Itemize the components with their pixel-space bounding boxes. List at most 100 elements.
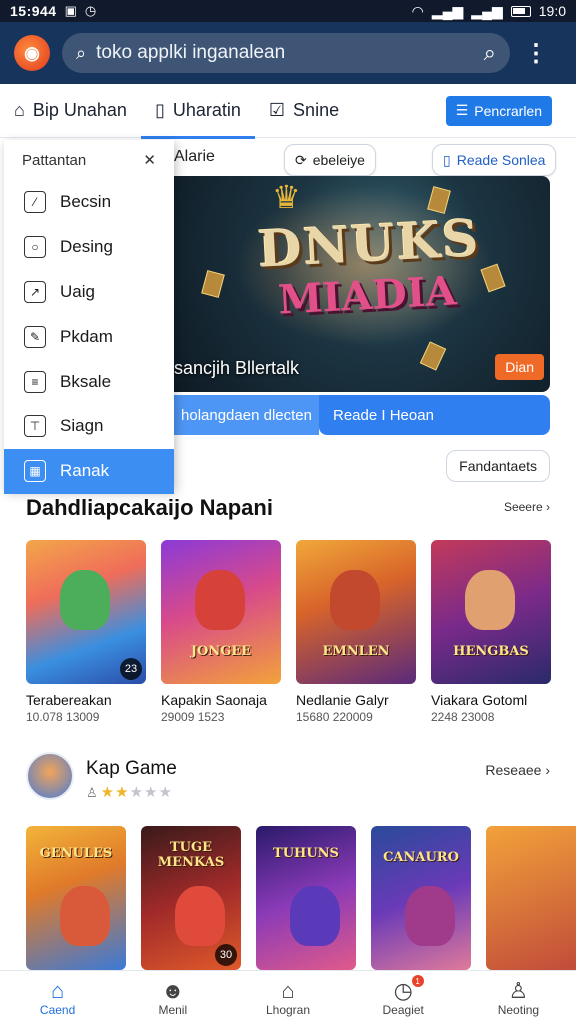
tab-bip-unahan[interactable]: ⌂ Bip Unahan [0, 84, 141, 138]
game-thumbnail: 23 [26, 540, 146, 684]
search-input[interactable]: toko applki inganalean [96, 42, 484, 64]
close-icon[interactable]: ✕ [143, 151, 156, 169]
dropdown-item-label: Ranak [60, 461, 110, 481]
bottom-nav: ⌂ Caend ☻ Menil ⌂ Lhogran ◷ 1 Deagiet ♙ … [0, 970, 576, 1024]
dropdown-item-uaig[interactable]: ↗ Uaig [4, 270, 174, 315]
character-art [290, 886, 340, 946]
tab-snine[interactable]: ☑ Snine [255, 84, 353, 138]
dropdown-item-bksale[interactable]: ≡ Bksale [4, 359, 174, 404]
app-logo[interactable]: ◉ [14, 35, 50, 71]
ebeleiye-chip[interactable]: ⟳ ebeleiye [284, 144, 376, 176]
featured-banner[interactable]: ♛ DNUKS MIADIA sancjih Bllertalk Dian [174, 176, 550, 392]
game-row: 23 Terabereakan 10.078 13009 JONGEE Kapa… [26, 540, 551, 724]
rating-badge: 30 [215, 944, 237, 966]
pencil-icon: ✎ [24, 325, 46, 348]
character-art [60, 570, 110, 630]
nav-lhogran[interactable]: ⌂ Lhogran [230, 971, 345, 1024]
section-title: Dahdliapcakaijo Napani [26, 495, 273, 520]
game-thumbnail[interactable]: TUHUNS [256, 826, 356, 970]
status-time: 15:944 [10, 3, 57, 19]
more-label: Reseaee [485, 762, 542, 778]
search-icon: ⌕ [76, 42, 87, 63]
star-empty-icon: ★★★ [129, 784, 173, 801]
cta-label: Pencrarlen [474, 102, 542, 119]
link-icon: ↗ [24, 280, 46, 303]
see-more-link[interactable]: Seeere › [504, 500, 550, 514]
game-meta: 15680 220009 [296, 710, 373, 724]
home-icon: ⌂ [50, 977, 65, 1003]
game-art-title: HENGBAS [453, 644, 529, 659]
status-right-time: 19:0 [538, 3, 566, 19]
app-header: ◉ ⌕ toko applki inganalean ⌕ ⋮ [0, 22, 576, 84]
wifi-icon: ◠ [411, 2, 424, 19]
signal-icon-2: ▂▄▆ [471, 2, 503, 19]
character-art [175, 886, 225, 946]
game-card[interactable]: 23 Terabereakan 10.078 13009 [26, 540, 146, 724]
game-art-title: GENULES [39, 846, 113, 861]
dropdown-item-siagn[interactable]: ⊤ Siagn [4, 404, 174, 449]
game-thumbnail[interactable]: CANAURO [371, 826, 471, 970]
dropdown-item-pkdam[interactable]: ✎ Pkdam [4, 314, 174, 359]
banner-button[interactable]: Dian [495, 354, 544, 380]
dropdown-item-label: Pkdam [60, 326, 113, 346]
more-menu-icon[interactable]: ⋮ [524, 39, 548, 68]
nav-deagiet[interactable]: ◷ 1 Deagiet [346, 971, 461, 1024]
rating-badge: 23 [120, 658, 142, 680]
dropdown-item-desing[interactable]: ○ Desing [4, 225, 174, 270]
lock-icon: ▯ [443, 151, 451, 168]
fandantaets-filter[interactable]: Fandantaets [446, 450, 550, 482]
developer-name[interactable]: Kap Game [86, 758, 177, 780]
reade-heoan-button[interactable]: Reade I Heoan [319, 395, 550, 435]
character-art [330, 570, 380, 630]
developer-avatar[interactable] [26, 752, 74, 800]
battery-icon [510, 5, 531, 17]
nav-label: Deagiet [382, 1002, 424, 1017]
banner-logo-line2: MIADIA [276, 267, 458, 324]
game-meta: 10.078 13009 [26, 710, 100, 724]
character-art [465, 570, 515, 630]
nav-neoting[interactable]: ♙ Neoting [461, 971, 576, 1024]
nav-label: Lhogran [265, 1002, 311, 1017]
clock-icon: ◷ [393, 977, 413, 1003]
dropdown-item-label: Siagn [60, 416, 104, 436]
category-dropdown: Pattantan ✕ ⁄ Becsin ○ Desing ↗ Uaig ✎ P… [4, 140, 174, 494]
person-icon: ☻ [161, 977, 185, 1003]
holangdaen-button[interactable]: holangdaen dlecten [174, 395, 319, 435]
tag-icon: ⊤ [24, 415, 46, 438]
game-card[interactable]: JONGEE Kapakin Saonaja 29009 1523 [161, 540, 281, 724]
clock-icon: ◷ [84, 3, 97, 18]
dropdown-item-becsin[interactable]: ⁄ Becsin [4, 180, 174, 225]
dropdown-item-label: Bksale [60, 371, 112, 391]
refresh-icon: ⟳ [295, 151, 307, 168]
search-submit-icon[interactable]: ⌕ [484, 40, 496, 66]
tab-uharatin[interactable]: ▯ Uharatin [140, 84, 255, 139]
doc-icon: ≡ [24, 370, 46, 393]
game-art-title: JONGEE [190, 644, 252, 659]
game-card[interactable]: EMNLEN Nedlanie Galyr 15680 220009 [296, 540, 416, 724]
nav-menil[interactable]: ☻ Menil [115, 971, 230, 1024]
pencrarlen-button[interactable]: ☰ Pencrarlen [445, 95, 552, 126]
signal-icon: ▂▄▆ [431, 2, 464, 19]
tab-bar: ⌂ Bip Unahan ▯ Uharatin ☑ Snine ☰ Pencra… [0, 84, 576, 139]
developer-game-row: GENULES TUGE MENKAS 30 TUHUNS CANAURO [26, 826, 576, 970]
game-thumbnail[interactable]: GENULES [26, 826, 126, 970]
game-thumbnail: JONGEE [161, 540, 281, 684]
nav-caend[interactable]: ⌂ Caend [0, 971, 115, 1024]
dropdown-header: Pattantan ✕ [4, 140, 174, 180]
edit-icon: ⁄ [24, 191, 46, 214]
reade-sonlea-chip[interactable]: ▯ Reade Sonlea [432, 144, 557, 176]
dropdown-item-ranak[interactable]: ▦ Ranak [4, 448, 174, 494]
dropdown-item-label: Uaig [60, 281, 95, 301]
game-card[interactable]: HENGBAS Viakara Gotoml 2248 23008 [431, 540, 551, 724]
game-name: Viakara Gotoml [431, 692, 528, 708]
game-meta: 29009 1523 [161, 710, 225, 724]
developer-more-link[interactable]: Reseaee › [485, 762, 550, 778]
list-icon: ☰ [455, 102, 469, 118]
user-icon: ♙ [508, 977, 529, 1003]
game-thumbnail[interactable] [486, 826, 576, 970]
game-thumbnail[interactable]: TUGE MENKAS 30 [141, 826, 241, 970]
search-bar[interactable]: ⌕ toko applki inganalean ⌕ [62, 33, 510, 73]
chip-label: ebeleiye [312, 152, 365, 168]
star-icon: ★★ [100, 784, 130, 801]
grid-icon: ▦ [24, 460, 46, 483]
